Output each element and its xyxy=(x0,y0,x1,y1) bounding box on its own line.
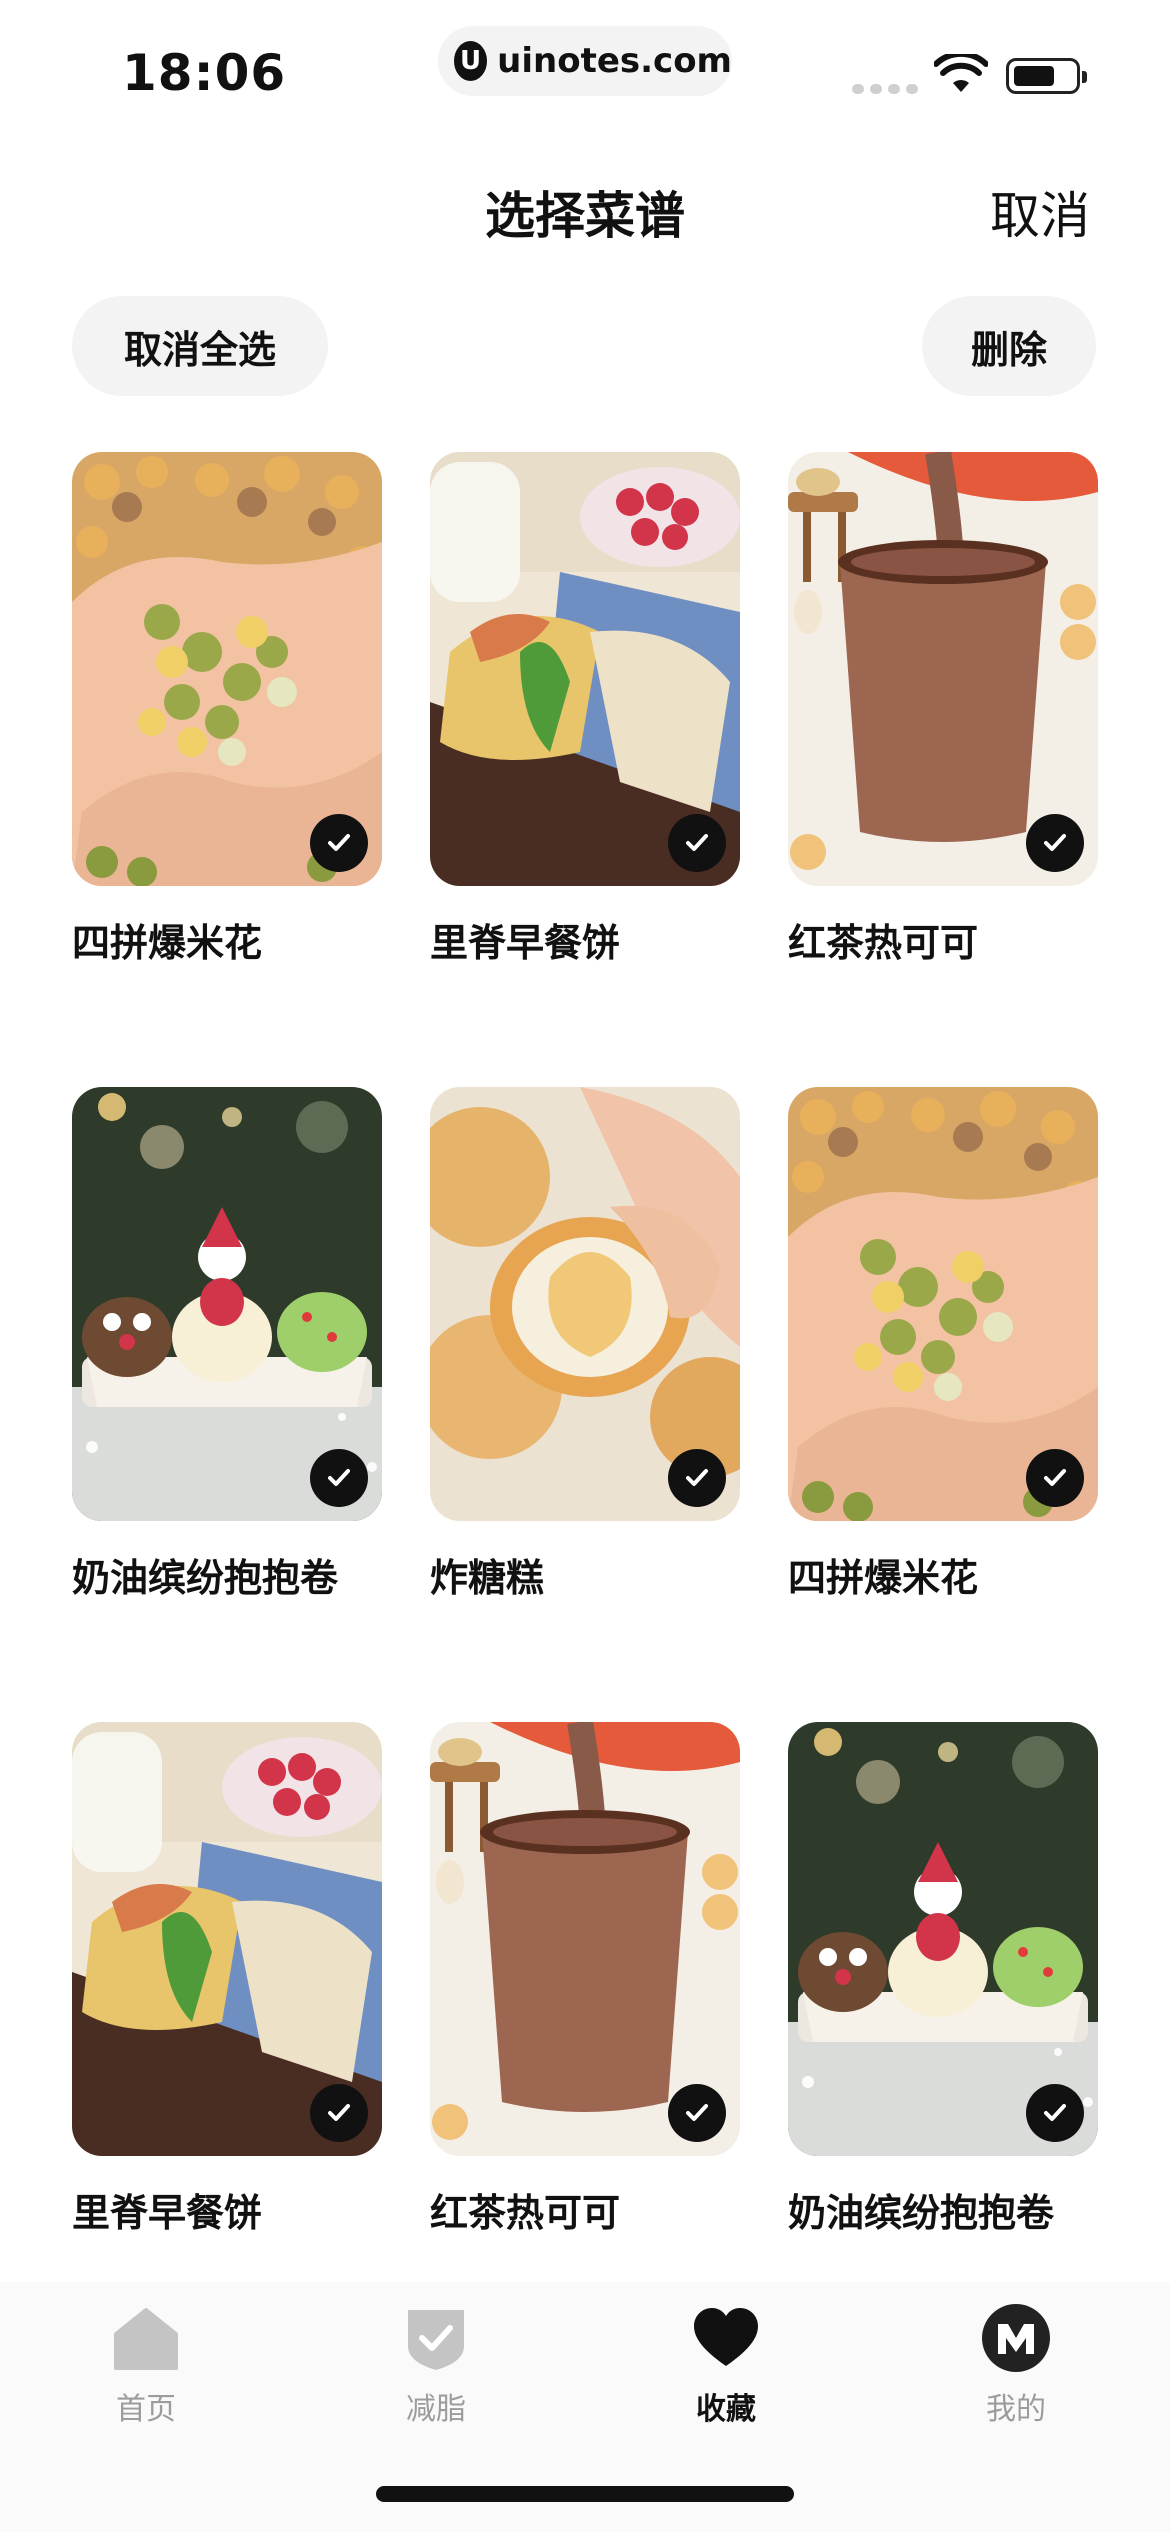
recipe-title: 奶油缤纷抱抱卷 xyxy=(788,2191,1055,2235)
tab-profile[interactable]: 我的 xyxy=(926,2302,1106,2428)
recipe-thumbnail xyxy=(430,452,740,886)
selected-check-icon[interactable] xyxy=(310,814,368,872)
recipe-card[interactable]: 红茶热可可 xyxy=(788,452,1098,967)
battery-icon xyxy=(1006,58,1087,94)
cellular-signal-icon xyxy=(852,84,918,94)
cancel-button[interactable]: 取消 xyxy=(990,176,1090,248)
url-text: uinotes.com xyxy=(497,41,732,81)
tab-fat-loss[interactable]: 减脂 xyxy=(346,2302,526,2428)
recipe-title: 红茶热可可 xyxy=(788,921,979,965)
recipe-card[interactable]: 四拼爆米花 xyxy=(788,1087,1098,1602)
status-bar: 18:06 U uinotes.com xyxy=(0,0,1170,140)
recipe-card[interactable]: 里脊早餐饼 xyxy=(72,1722,382,2237)
tab-home[interactable]: 首页 xyxy=(56,2302,236,2428)
wifi-icon xyxy=(934,54,988,92)
url-pill[interactable]: U uinotes.com xyxy=(438,26,732,96)
selected-check-icon[interactable] xyxy=(668,814,726,872)
recipe-title: 里脊早餐饼 xyxy=(430,921,621,965)
selected-check-icon[interactable] xyxy=(1026,2084,1084,2142)
home-indicator xyxy=(376,2486,794,2502)
profile-m-icon xyxy=(982,2304,1050,2372)
selected-check-icon[interactable] xyxy=(668,1449,726,1507)
recipe-card[interactable]: 里脊早餐饼 xyxy=(430,452,740,967)
status-time: 18:06 xyxy=(122,44,287,102)
heart-icon xyxy=(694,2308,758,2366)
recipe-thumbnail xyxy=(430,1087,740,1521)
recipe-title: 红茶热可可 xyxy=(430,2191,621,2235)
delete-button[interactable]: 删除 xyxy=(922,296,1096,396)
recipe-thumbnail xyxy=(788,1087,1098,1521)
recipe-card[interactable]: 四拼爆米花 xyxy=(72,452,382,967)
selected-check-icon[interactable] xyxy=(310,2084,368,2142)
recipe-title: 奶油缤纷抱抱卷 xyxy=(72,1556,339,1600)
site-logo-icon: U xyxy=(454,41,488,81)
tab-bar: 首页 减脂 收藏 我的 xyxy=(0,2282,1170,2532)
shield-check-icon xyxy=(408,2310,464,2370)
recipe-title: 四拼爆米花 xyxy=(788,1556,979,1600)
recipe-card[interactable]: 红茶热可可 xyxy=(430,1722,740,2237)
recipe-thumbnail xyxy=(788,452,1098,886)
home-icon xyxy=(114,2308,178,2370)
tab-label: 减脂 xyxy=(406,2392,466,2427)
recipe-card[interactable]: 奶油缤纷抱抱卷 xyxy=(72,1087,382,1602)
deselect-all-button[interactable]: 取消全选 xyxy=(72,296,328,396)
tab-favorites[interactable]: 收藏 xyxy=(636,2302,816,2428)
recipe-thumbnail xyxy=(72,1087,382,1521)
tab-label: 收藏 xyxy=(696,2392,756,2427)
recipe-title: 四拼爆米花 xyxy=(72,921,263,965)
selected-check-icon[interactable] xyxy=(1026,814,1084,872)
recipe-grid: 四拼爆米花 里脊早餐饼 红茶热可可 奶油缤纷抱抱卷 炸糖糕 四拼爆米花 里脊早餐… xyxy=(72,452,1098,2237)
recipe-thumbnail xyxy=(430,1722,740,2156)
recipe-thumbnail xyxy=(72,452,382,886)
recipe-card[interactable]: 炸糖糕 xyxy=(430,1087,740,1602)
tab-label: 我的 xyxy=(986,2392,1046,2427)
recipe-title: 炸糖糕 xyxy=(430,1556,545,1600)
recipe-title: 里脊早餐饼 xyxy=(72,2191,263,2235)
tab-label: 首页 xyxy=(116,2392,176,2427)
selected-check-icon[interactable] xyxy=(668,2084,726,2142)
recipe-thumbnail xyxy=(72,1722,382,2156)
selected-check-icon[interactable] xyxy=(1026,1449,1084,1507)
selected-check-icon[interactable] xyxy=(310,1449,368,1507)
recipe-thumbnail xyxy=(788,1722,1098,2156)
recipe-card[interactable]: 奶油缤纷抱抱卷 xyxy=(788,1722,1098,2237)
